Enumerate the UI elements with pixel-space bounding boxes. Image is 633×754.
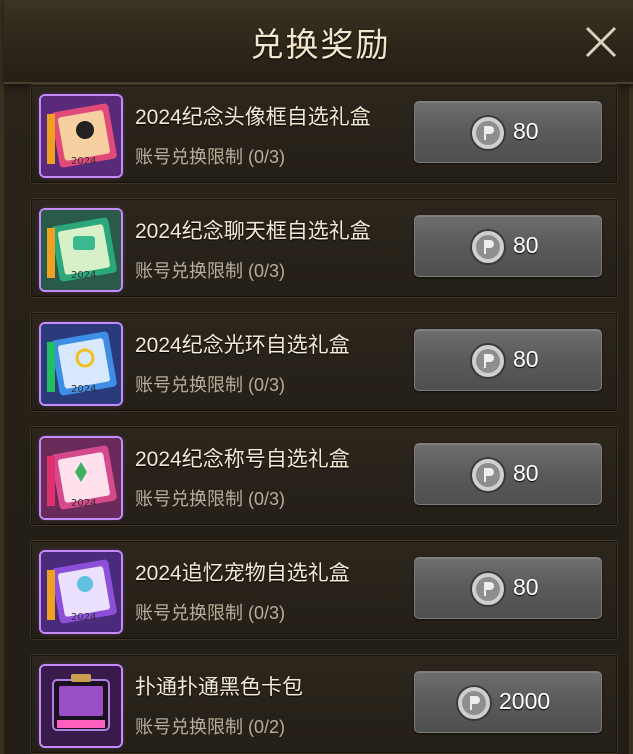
close-icon <box>585 26 617 58</box>
list-item: 扑通扑通黑色卡包 账号兑换限制 (0/2) 2000 <box>30 654 618 754</box>
price-label: 80 <box>513 346 539 372</box>
item-name: 2024纪念称号自选礼盒 <box>135 448 350 471</box>
coin-icon <box>469 114 507 152</box>
exchange-button[interactable]: 80 <box>414 215 602 277</box>
exchange-limit: 账号兑换限制 (0/3) <box>135 603 286 623</box>
title-giftbox-icon: 2024 <box>41 438 121 518</box>
exchange-button[interactable]: 2000 <box>414 671 602 733</box>
exchange-limit: 账号兑换限制 (0/3) <box>135 261 286 281</box>
svg-text:2024: 2024 <box>71 498 96 509</box>
exchange-reward-panel: 兑换奖励 2024 2024纪念头像框自选礼盒 账号兑换限制 (0/3) 80 … <box>0 0 633 754</box>
list-item: 2024 2024追忆宠物自选礼盒 账号兑换限制 (0/3) 80 <box>30 540 618 640</box>
black-card-pack-icon <box>41 666 121 746</box>
aura-giftbox-icon: 2024 <box>41 324 121 404</box>
panel-header: 兑换奖励 <box>4 0 633 84</box>
price-label: 80 <box>513 574 539 600</box>
exchange-limit: 账号兑换限制 (0/2) <box>135 717 286 737</box>
item-name: 2024纪念光环自选礼盒 <box>135 334 350 357</box>
exchange-limit: 账号兑换限制 (0/3) <box>135 489 286 509</box>
chat-frame-giftbox-icon: 2024 <box>41 210 121 290</box>
list-item: 2024 2024纪念聊天框自选礼盒 账号兑换限制 (0/3) 80 <box>30 198 618 298</box>
coin-icon <box>469 342 507 380</box>
exchange-button[interactable]: 80 <box>414 101 602 163</box>
avatar-frame-giftbox-icon: 2024 <box>41 96 121 176</box>
price-label: 2000 <box>499 688 551 714</box>
svg-text:2024: 2024 <box>71 156 96 167</box>
svg-text:2024: 2024 <box>71 612 96 623</box>
exchange-button[interactable]: 80 <box>414 557 602 619</box>
list-item: 2024 2024纪念称号自选礼盒 账号兑换限制 (0/3) 80 <box>30 426 618 526</box>
coin-icon <box>455 684 493 722</box>
coin-icon <box>469 570 507 608</box>
list-item: 2024 2024纪念光环自选礼盒 账号兑换限制 (0/3) 80 <box>30 312 618 412</box>
exchange-button[interactable]: 80 <box>414 443 602 505</box>
price-label: 80 <box>513 232 539 258</box>
item-name: 扑通扑通黑色卡包 <box>135 676 303 699</box>
coin-icon <box>469 456 507 494</box>
close-button[interactable] <box>583 24 619 60</box>
price-label: 80 <box>513 460 539 486</box>
svg-text:2024: 2024 <box>71 384 96 395</box>
exchange-button[interactable]: 80 <box>414 329 602 391</box>
svg-text:2024: 2024 <box>71 270 96 281</box>
item-name: 2024追忆宠物自选礼盒 <box>135 562 350 585</box>
exchange-limit: 账号兑换限制 (0/3) <box>135 375 286 395</box>
item-name: 2024纪念头像框自选礼盒 <box>135 106 371 129</box>
page-title: 兑换奖励 <box>250 26 391 63</box>
coin-icon <box>469 228 507 266</box>
list-item: 2024 2024纪念头像框自选礼盒 账号兑换限制 (0/3) 80 <box>30 84 618 184</box>
price-label: 80 <box>513 118 539 144</box>
item-name: 2024纪念聊天框自选礼盒 <box>135 220 371 243</box>
exchange-limit: 账号兑换限制 (0/3) <box>135 147 286 167</box>
pet-giftbox-icon: 2024 <box>41 552 121 632</box>
